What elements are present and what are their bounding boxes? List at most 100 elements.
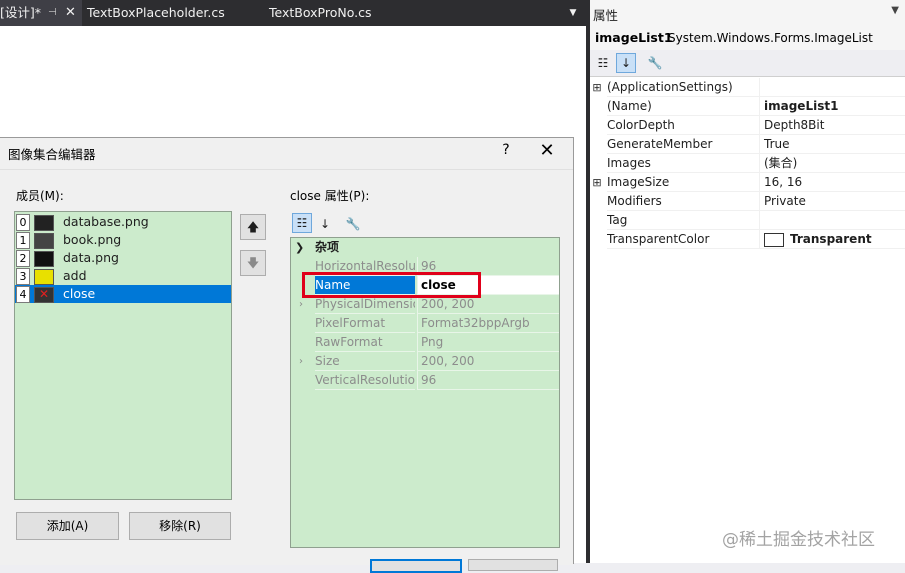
object-selector[interactable]: imageList1 System.Windows.Forms.ImageLis…	[590, 26, 905, 50]
members-list[interactable]: 0 database.png 1 book.png 2 data.png 3 a…	[14, 211, 232, 500]
panel-dropdown-icon[interactable]: ▼	[891, 5, 899, 16]
property-value[interactable]: (集合)	[759, 154, 905, 173]
list-item[interactable]: 3 add	[15, 267, 231, 285]
list-item[interactable]: 1 book.png	[15, 231, 231, 249]
property-row[interactable]: ColorDepth Depth8Bit	[590, 116, 905, 135]
close-tab-icon[interactable]: ✕	[65, 0, 76, 26]
property-pages-wrench-icon[interactable]: 🔧	[343, 214, 363, 234]
category-label: 杂项	[315, 240, 340, 254]
category-misc[interactable]: ❯ 杂项	[291, 238, 559, 257]
expand-plus-icon[interactable]: ⊞	[590, 78, 604, 97]
property-name: RawFormat	[315, 333, 415, 352]
member-name: book.png	[63, 232, 122, 247]
tab-designer[interactable]: [设计]* ⊣ ✕	[0, 0, 82, 26]
ok-button[interactable]	[370, 559, 462, 573]
property-value: 96	[417, 371, 559, 390]
property-value[interactable]: Depth8Bit	[759, 116, 905, 135]
collapse-chevron-icon[interactable]: ❯	[295, 238, 304, 257]
properties-panel: 属性 ▼ imageList1 System.Windows.Forms.Ima…	[590, 0, 905, 563]
property-value: 200, 200	[417, 352, 559, 371]
property-value[interactable]: Private	[759, 192, 905, 211]
document-tab-strip: [设计]* ⊣ ✕ TextBoxPlaceholder.cs TextBoxP…	[0, 0, 586, 26]
add-button[interactable]: 添加(A)	[16, 512, 119, 540]
property-value[interactable]	[759, 211, 905, 230]
image-collection-editor-dialog: 图像集合编辑器 ? ✕ 成员(M): close 属性(P): 0 databa…	[0, 137, 574, 573]
expand-icon	[291, 333, 311, 352]
property-row[interactable]: GenerateMember True	[590, 135, 905, 154]
tab-textboxprono[interactable]: TextBoxProNo.cs	[269, 0, 409, 26]
member-index: 2	[16, 250, 30, 267]
property-name: (Name)	[607, 97, 759, 116]
tab-textboxplaceholder[interactable]: TextBoxPlaceholder.cs	[87, 0, 257, 26]
list-item-selected[interactable]: 4 ✕ close	[15, 285, 231, 303]
properties-label: close 属性(P):	[290, 189, 370, 203]
member-name: database.png	[63, 214, 149, 229]
data-image-thumbnail	[34, 251, 54, 267]
property-row[interactable]: (Name) imageList1	[590, 97, 905, 116]
red-annotation-box	[302, 272, 481, 298]
expand-icon	[590, 116, 604, 135]
properties-toolbar: ☷ ↓ 🔧	[590, 50, 905, 77]
alphabetical-sort-icon[interactable]: ↓	[315, 214, 335, 234]
close-image-thumbnail: ✕	[34, 287, 54, 303]
property-row[interactable]: Tag	[590, 211, 905, 230]
property-value[interactable]	[759, 78, 905, 97]
tab-textboxplaceholder-label: TextBoxPlaceholder.cs	[87, 5, 225, 20]
properties-title-bar: 属性 ▼	[590, 0, 905, 27]
watermark: @稀土掘金技术社区	[722, 530, 875, 550]
property-name: (ApplicationSettings)	[607, 78, 759, 97]
list-item[interactable]: 2 data.png	[15, 249, 231, 267]
database-image-thumbnail	[34, 215, 54, 231]
property-value[interactable]: 16, 16	[759, 173, 905, 192]
pin-icon[interactable]: ⊣	[48, 0, 57, 26]
remove-button[interactable]: 移除(R)	[129, 512, 231, 540]
categorized-view-icon[interactable]: ☷	[593, 53, 613, 73]
member-index: 3	[16, 268, 30, 285]
dialog-property-toolbar: ☷ ↓ 🔧	[290, 212, 558, 236]
properties-title: 属性	[593, 8, 619, 23]
property-row[interactable]: Images (集合)	[590, 154, 905, 173]
property-name: GenerateMember	[607, 135, 759, 154]
tab-designer-label: [设计]*	[0, 5, 42, 20]
property-row[interactable]: › Size 200, 200	[291, 352, 559, 371]
help-button[interactable]: ?	[496, 142, 516, 164]
property-row[interactable]: ⊞ (ApplicationSettings)	[590, 78, 905, 97]
members-label: 成员(M):	[16, 189, 64, 203]
property-name: Tag	[607, 211, 759, 230]
property-row[interactable]: TransparentColor Transparent	[590, 230, 905, 249]
property-name: Images	[607, 154, 759, 173]
member-name: close	[63, 286, 96, 301]
property-name: Size	[315, 352, 415, 371]
close-dialog-button[interactable]: ✕	[534, 140, 560, 164]
expand-chevron-icon[interactable]: ›	[291, 352, 311, 371]
tab-overflow-dropdown-icon[interactable]: ▼	[566, 0, 580, 26]
property-name: ImageSize	[607, 173, 759, 192]
property-value[interactable]: True	[759, 135, 905, 154]
property-pages-wrench-icon[interactable]: 🔧	[645, 53, 665, 73]
property-row[interactable]: PixelFormat Format32bppArgb	[291, 314, 559, 333]
member-index: 0	[16, 214, 30, 231]
expand-plus-icon[interactable]: ⊞	[590, 173, 604, 192]
move-up-button[interactable]: 🡅	[240, 214, 266, 240]
expand-icon	[590, 135, 604, 154]
property-value[interactable]: imageList1	[759, 97, 905, 116]
property-row[interactable]: ⊞ ImageSize 16, 16	[590, 173, 905, 192]
alphabetical-sort-icon[interactable]: ↓	[616, 53, 636, 73]
dialog-title: 图像集合编辑器	[8, 147, 96, 162]
property-name: ColorDepth	[607, 116, 759, 135]
color-swatch-icon	[764, 232, 784, 247]
property-name: Modifiers	[607, 192, 759, 211]
property-name: VerticalResolutio	[315, 371, 415, 390]
list-item[interactable]: 0 database.png	[15, 213, 231, 231]
properties-grid[interactable]: ⊞ (ApplicationSettings) (Name) imageList…	[590, 77, 905, 563]
property-value[interactable]: Transparent	[759, 230, 905, 249]
expand-icon	[590, 192, 604, 211]
add-image-thumbnail	[34, 269, 54, 285]
property-row[interactable]: VerticalResolutio 96	[291, 371, 559, 390]
cancel-button[interactable]	[468, 559, 558, 571]
property-row[interactable]: Modifiers Private	[590, 192, 905, 211]
property-row[interactable]: RawFormat Png	[291, 333, 559, 352]
move-down-button[interactable]: 🡇	[240, 250, 266, 276]
expand-icon	[590, 97, 604, 116]
categorized-view-icon[interactable]: ☷	[292, 213, 312, 233]
